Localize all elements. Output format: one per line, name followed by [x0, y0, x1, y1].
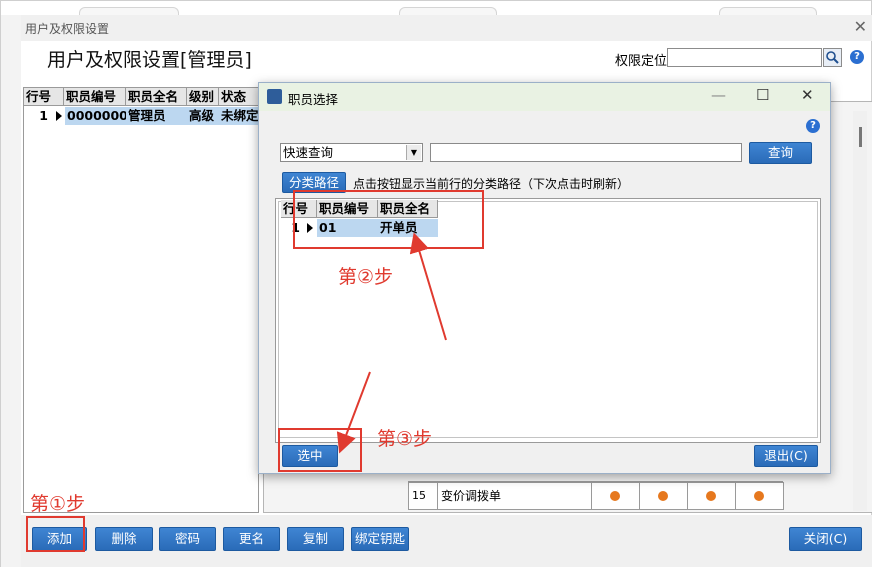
step3-arrow [336, 371, 371, 454]
annotation-arrows [336, 232, 447, 454]
step2-arrow [409, 232, 447, 341]
